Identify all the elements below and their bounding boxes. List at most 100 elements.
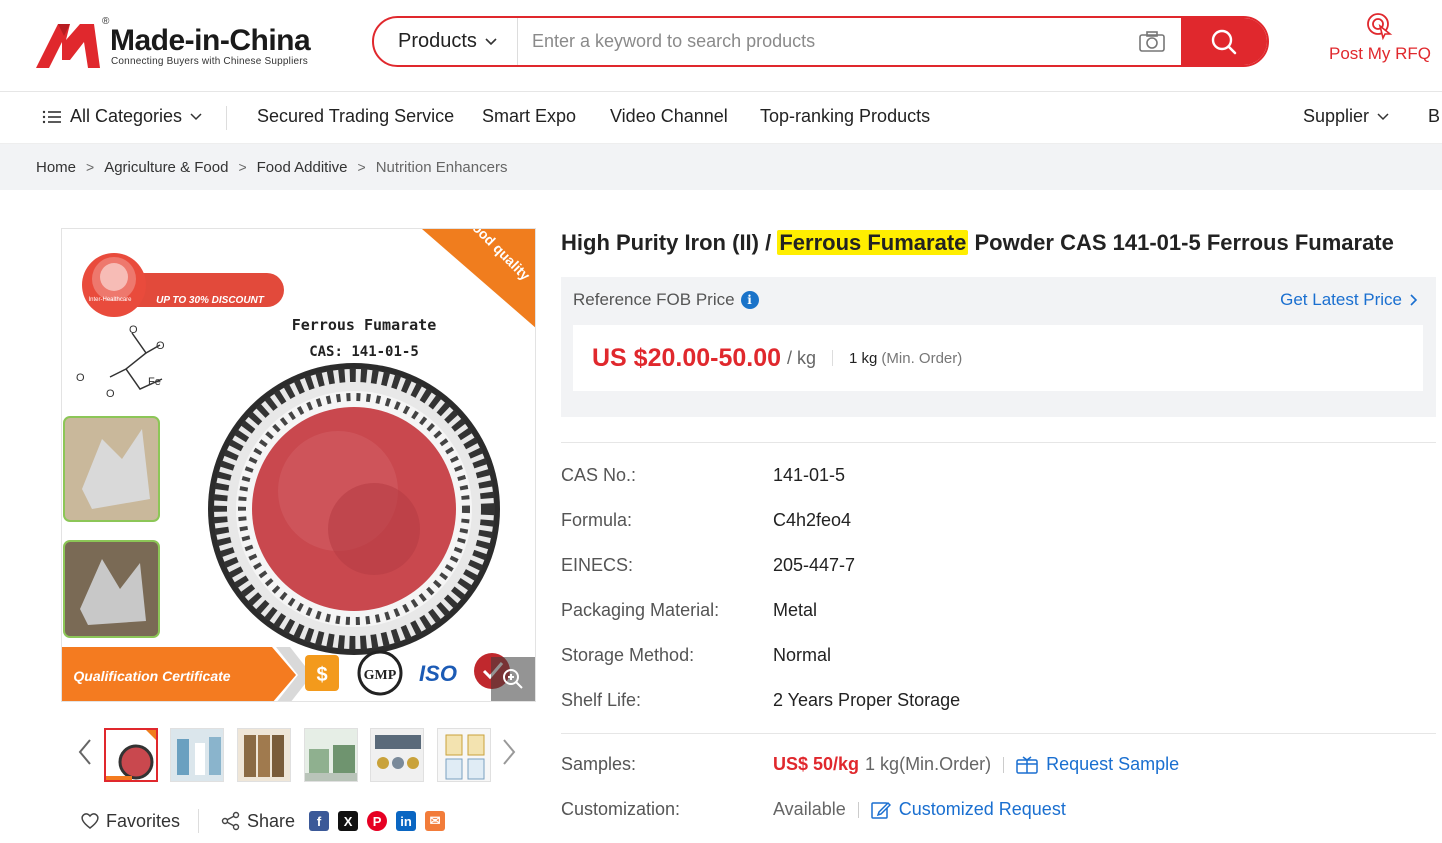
customization-value: Available Customized Request (773, 799, 1066, 820)
nav-smart-expo[interactable]: Smart Expo (482, 106, 576, 127)
cert-gmp-text: GMP (364, 668, 397, 683)
chevron-down-icon (1377, 112, 1389, 120)
molecule-o-1: O (129, 324, 138, 336)
badge-brand-text: Inter-Healthcare (88, 297, 132, 303)
get-latest-price-link[interactable]: Get Latest Price (1280, 290, 1418, 310)
share-button[interactable]: Share (221, 811, 295, 832)
prev-arrow-icon[interactable] (78, 738, 92, 766)
molecule-fe: Fe (148, 376, 161, 388)
nav-supplier[interactable]: Supplier (1303, 106, 1389, 127)
product-title: High Purity Iron (II) / Ferrous Fumarate… (561, 230, 1394, 256)
sample-moq: 1 kg(Min.Order) (865, 754, 992, 774)
price-divider (832, 350, 834, 366)
samples-value: US$ 50/kg 1 kg(Min.Order) Request Sample (773, 754, 1179, 775)
sample-price: US$ 50/kg (773, 754, 860, 774)
pinterest-icon[interactable]: P (367, 811, 388, 831)
thumbnail-6[interactable] (437, 728, 491, 782)
search-category-label: Products (398, 30, 477, 52)
menu-list-icon (42, 110, 61, 123)
share-label: Share (247, 810, 296, 831)
nav-secured-trading[interactable]: Secured Trading Service (257, 106, 454, 127)
zoom-in-icon (503, 669, 523, 689)
spec-value: Metal (773, 600, 818, 620)
customized-request-label: Customized Request (898, 799, 1066, 819)
thumbnail-4[interactable] (304, 728, 358, 782)
reference-price-label: Reference FOB Price i (573, 290, 759, 310)
section-divider (561, 733, 1436, 734)
nav-divider (226, 106, 227, 130)
chevron-right-icon: > (238, 159, 247, 175)
customization-label: Customization: (561, 799, 681, 819)
product-image-art: Good quality Inter-Healthcare UP TO 30% … (62, 229, 535, 701)
email-icon[interactable]: ✉ (425, 811, 446, 831)
sample-box-icon (1016, 755, 1038, 774)
breadcrumb-home[interactable]: Home (36, 159, 76, 176)
nav-video-channel[interactable]: Video Channel (610, 106, 728, 127)
logo-registered-mark: ® (102, 16, 110, 27)
thumbnail-strip (74, 724, 524, 784)
site-header: ® Made-in-China Connecting Buyers with C… (0, 0, 1442, 92)
product-actions: Favorites Share f X P in ✉ (80, 806, 446, 836)
thumbnail-4-art (305, 729, 357, 781)
thumbnail-6-art (438, 729, 490, 781)
cert-dollar-text: $ (316, 664, 327, 686)
min-order-note: (Min. Order) (881, 349, 963, 367)
image-product-name: Ferrous Fumarate (292, 316, 437, 334)
thumbnail-2-art (171, 729, 223, 781)
spec-value: C4h2feo4 (773, 510, 852, 530)
info-icon[interactable]: i (740, 291, 759, 309)
favorites-button[interactable]: Favorites (80, 811, 180, 832)
min-order-qty: 1 kg (849, 349, 878, 367)
thumbnail-1[interactable] (104, 728, 158, 782)
thumbnail-3[interactable] (237, 728, 291, 782)
molecule-o-3: O (76, 372, 85, 384)
zoom-button[interactable] (491, 657, 535, 701)
discount-banner-text: UP TO 30% DISCOUNT (156, 295, 265, 306)
chevron-down-icon (190, 112, 202, 120)
spec-value: 205-447-7 (773, 555, 856, 575)
request-sample-label: Request Sample (1046, 754, 1180, 774)
samples-label: Samples: (561, 754, 637, 774)
next-arrow-icon[interactable] (502, 738, 516, 766)
chevron-down-icon (485, 37, 497, 45)
reference-price-text: Reference FOB Price (573, 290, 735, 309)
section-divider (561, 442, 1436, 443)
breadcrumb: Home > Agriculture & Food > Food Additiv… (0, 144, 1442, 190)
title-highlight: Ferrous Fumarate (777, 230, 969, 255)
price-unit: / kg (787, 347, 817, 368)
site-logo[interactable]: ® Made-in-China Connecting Buyers with C… (36, 16, 316, 72)
search-input[interactable] (518, 18, 1138, 65)
title-part-2: Powder CAS 141-01-5 Ferrous Fumarate (968, 230, 1394, 255)
nav-all-categories[interactable]: All Categories (42, 106, 202, 127)
breadcrumb-food-additive[interactable]: Food Additive (257, 159, 348, 176)
camera-icon[interactable] (1138, 30, 1166, 54)
nav-all-categories-label: All Categories (70, 106, 183, 126)
nav-supplier-label: Supplier (1303, 106, 1370, 126)
thumbnail-3-art (238, 729, 290, 781)
price-panel: Reference FOB Price i Get Latest Price U… (561, 277, 1436, 417)
logo-name: Made-in-China (110, 24, 311, 57)
search-bar: Products (372, 16, 1269, 67)
thumbnail-5[interactable] (370, 728, 424, 782)
x-twitter-icon[interactable]: X (338, 811, 359, 831)
price-range: US $20.00-50.00 (592, 343, 782, 372)
thumbnail-1-art (106, 730, 156, 780)
spec-value: Normal (773, 645, 832, 665)
nav-top-ranking[interactable]: Top-ranking Products (760, 106, 930, 127)
breadcrumb-agriculture[interactable]: Agriculture & Food (104, 159, 228, 176)
search-button[interactable] (1181, 18, 1267, 65)
rfq-label: Post My RFQ (1328, 44, 1431, 63)
nav-cut-item[interactable]: B (1428, 106, 1440, 127)
thumbnail-2[interactable] (170, 728, 224, 782)
cert-iso-text: ISO (419, 661, 457, 686)
post-rfq-button[interactable]: Post My RFQ (1325, 12, 1435, 64)
linkedin-icon[interactable]: in (396, 811, 417, 831)
spec-label: Shelf Life: (561, 690, 642, 710)
main-product-image[interactable]: Good quality Inter-Healthcare UP TO 30% … (61, 228, 536, 702)
search-category-select[interactable]: Products (374, 18, 518, 65)
search-icon (1211, 29, 1237, 54)
request-sample-link[interactable]: Request Sample (1016, 754, 1179, 775)
rfq-target-icon (1367, 13, 1393, 40)
facebook-icon[interactable]: f (309, 811, 330, 831)
customized-request-link[interactable]: Customized Request (870, 799, 1066, 820)
